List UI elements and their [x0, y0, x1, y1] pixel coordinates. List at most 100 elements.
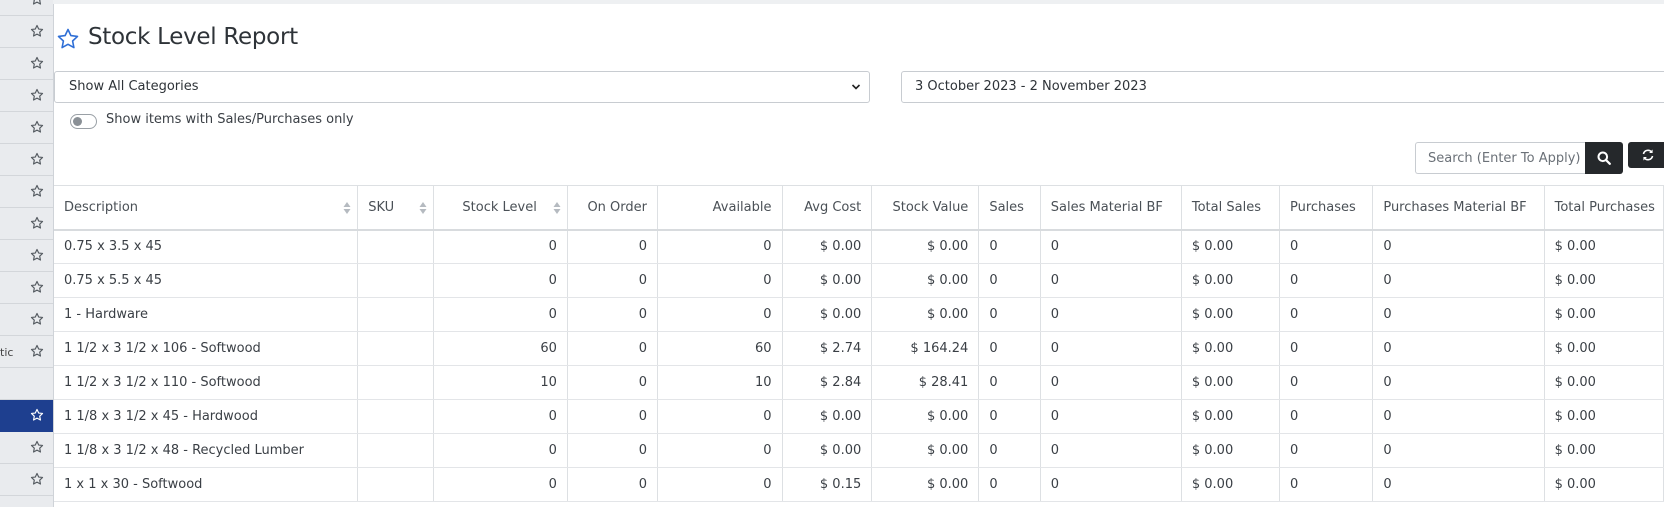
column-header-label: Sales Material BF: [1050, 199, 1163, 215]
table-cell: 1 x 1 x 30 - Softwood: [54, 467, 359, 502]
table-row[interactable]: 1 1/2 x 3 1/2 x 110 - Softwood 10 0 10 $ 2.8…: [54, 365, 1664, 400]
star-outline-icon[interactable]: [30, 280, 44, 294]
column-header-label: SKU: [368, 199, 395, 215]
table-row[interactable]: 1 1/8 x 3 1/2 x 45 - Hardwood 0 0 0 $ 0.00 $ …: [54, 399, 1664, 434]
date-range-input[interactable]: 3 October 2023 - 2 November 2023: [901, 71, 1664, 103]
sidebar-item[interactable]: [0, 144, 53, 176]
table-cell: 0: [567, 229, 659, 264]
page-title: Stock Level Report: [88, 24, 298, 50]
table-cell: 10: [433, 365, 568, 400]
sidebar-item[interactable]: [0, 272, 53, 304]
table-cell: 0: [1372, 433, 1545, 468]
column-header[interactable]: Total Sales: [1181, 185, 1280, 231]
star-outline-icon[interactable]: [30, 248, 44, 262]
sidebar-item[interactable]: [0, 80, 53, 112]
sidebar-item[interactable]: [0, 304, 53, 336]
column-header-label: On Order: [587, 199, 648, 215]
column-header[interactable]: Sales Material BF: [1040, 185, 1182, 231]
table-cell: 0: [978, 331, 1041, 366]
table-cell: 1 1/2 x 3 1/2 x 106 - Softwood: [54, 331, 359, 366]
table-cell: 0: [433, 433, 568, 468]
star-outline-icon[interactable]: [30, 216, 44, 230]
sales-purchases-toggle[interactable]: [70, 114, 97, 129]
table-cell: 0: [1279, 365, 1374, 400]
star-outline-icon[interactable]: [30, 312, 44, 326]
sidebar: tic: [0, 0, 54, 507]
table-row[interactable]: 1 1/8 x 3 1/2 x 48 - Recycled Lumber 0 0 0 $…: [54, 433, 1664, 468]
column-header-label: Avg Cost: [804, 199, 862, 215]
table-cell: 0: [657, 297, 783, 332]
sidebar-item-label: tic: [0, 346, 14, 359]
sidebar-item[interactable]: [0, 240, 53, 272]
table-cell: $ 0.00: [782, 297, 873, 332]
column-header[interactable]: Purchases Material BF: [1372, 185, 1545, 231]
sidebar-item[interactable]: [0, 368, 53, 400]
sidebar-item[interactable]: [0, 432, 53, 464]
sidebar-item[interactable]: [0, 48, 53, 80]
table-cell: 0: [1372, 263, 1545, 298]
sidebar-item[interactable]: [0, 112, 53, 144]
star-outline-icon[interactable]: [56, 27, 80, 51]
table-cell: $ 0.00: [1181, 263, 1280, 298]
table-cell: 0: [1279, 331, 1374, 366]
refresh-icon: [1642, 149, 1654, 161]
table-cell: 0.75 x 5.5 x 45: [54, 263, 359, 298]
table-cell: [357, 399, 435, 434]
column-header-label: Purchases: [1289, 199, 1356, 215]
sidebar-item[interactable]: [0, 208, 53, 240]
table-cell: 0: [1040, 433, 1182, 468]
table-cell: $ 0.00: [871, 433, 980, 468]
column-header[interactable]: On Order: [567, 185, 659, 231]
category-select[interactable]: Show All Categories: [54, 71, 870, 103]
column-header[interactable]: Stock Value: [871, 185, 980, 231]
table-row[interactable]: 1 1/2 x 3 1/2 x 106 - Softwood 60 0 60 $ 2.7…: [54, 331, 1664, 366]
sidebar-item[interactable]: [0, 0, 53, 16]
column-header-label: Available: [712, 199, 772, 215]
toggle-knob: [73, 117, 82, 126]
column-header[interactable]: Purchases: [1279, 185, 1374, 231]
star-outline-icon[interactable]: [30, 344, 44, 358]
star-outline-icon[interactable]: [30, 408, 44, 422]
table-cell: $ 0.00: [1181, 467, 1280, 502]
search-button[interactable]: [1585, 142, 1623, 174]
table-cell: $ 0.00: [1544, 263, 1664, 298]
table-cell: $ 0.00: [782, 229, 873, 264]
column-header[interactable]: Sales: [978, 185, 1041, 231]
star-outline-icon[interactable]: [30, 88, 44, 102]
table-cell: $ 0.00: [871, 467, 980, 502]
table-row[interactable]: 1 - Hardware 0 0 0 $ 0.00 $ 0.00 0 0 $ 0.00 0 0 $ 0…: [54, 297, 1664, 332]
table-row[interactable]: 0.75 x 5.5 x 45 0 0 0 $ 0.00 $ 0.00 0 0 $ 0.00 0 0…: [54, 263, 1664, 298]
table-cell: 0: [657, 263, 783, 298]
star-outline-icon[interactable]: [30, 184, 44, 198]
table-cell: 0: [1372, 331, 1545, 366]
star-outline-icon[interactable]: [30, 120, 44, 134]
table-cell: $ 0.00: [1544, 229, 1664, 264]
sidebar-item[interactable]: [0, 176, 53, 208]
search-input[interactable]: Search (Enter To Apply): [1415, 142, 1585, 174]
star-outline-icon[interactable]: [30, 24, 44, 38]
table-cell: $ 0.00: [871, 297, 980, 332]
column-header[interactable]: Stock Level: [433, 185, 568, 231]
sort-icon: [419, 202, 427, 214]
sidebar-item[interactable]: tic: [0, 336, 53, 368]
column-header[interactable]: Total Purchases: [1544, 185, 1664, 231]
column-header[interactable]: Available: [657, 185, 783, 231]
star-outline-icon[interactable]: [30, 440, 44, 454]
star-outline-icon[interactable]: [30, 0, 44, 6]
table-cell: 0: [1279, 467, 1374, 502]
column-header-label: Stock Level: [462, 199, 537, 215]
table-row[interactable]: 1 x 1 x 30 - Softwood 0 0 0 $ 0.15 $ 0.00 0 0 $ …: [54, 467, 1664, 502]
column-header[interactable]: SKU: [357, 185, 435, 231]
star-outline-icon[interactable]: [30, 472, 44, 486]
table-cell: 0: [978, 229, 1041, 264]
star-outline-icon[interactable]: [30, 56, 44, 70]
refresh-button[interactable]: [1628, 142, 1664, 168]
sidebar-item[interactable]: [0, 464, 53, 496]
column-header[interactable]: Description: [54, 185, 359, 231]
table-row[interactable]: 0.75 x 3.5 x 45 0 0 0 $ 0.00 $ 0.00 0 0 $ 0.00 0 0…: [54, 229, 1664, 264]
column-header[interactable]: Avg Cost: [782, 185, 873, 231]
sidebar-item[interactable]: [0, 400, 53, 432]
sidebar-item[interactable]: [0, 16, 53, 48]
table-cell: 10: [657, 365, 783, 400]
star-outline-icon[interactable]: [30, 152, 44, 166]
